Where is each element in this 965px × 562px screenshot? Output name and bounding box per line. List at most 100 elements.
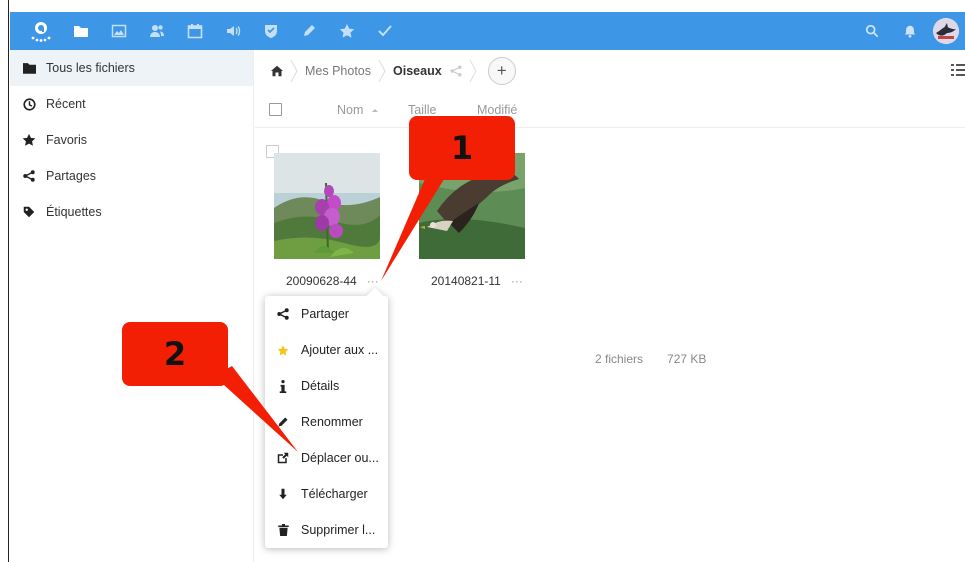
notifications-button[interactable] [891,12,929,50]
logo-icon [31,22,51,42]
sidebar-item-label: Partages [46,169,97,183]
sidebar-item-all-files[interactable]: Tous les fichiers [10,50,253,86]
menu-item-add-favorites[interactable]: Ajouter aux ... [265,332,388,368]
sidebar-item-tags[interactable]: Étiquettes [10,194,253,230]
sidebar-item-shares[interactable]: Partages [10,158,253,194]
frame-top-border [9,0,965,12]
image-icon [111,24,127,38]
sidebar-item-label: Favoris [46,133,87,147]
add-new-button[interactable]: + [487,57,516,85]
app-tasks[interactable] [366,12,404,50]
file-name-label: 20140821-11 [431,274,501,288]
app-calendar[interactable] [176,12,214,50]
share-icon[interactable] [450,65,462,77]
bell-icon [904,25,916,38]
file-name[interactable]: 20090628-44 ··· [286,274,379,288]
check-icon [378,25,392,37]
file-name-label: 20090628-44 [286,274,357,288]
folder-icon [74,26,88,37]
file-actions-menu-button[interactable]: ··· [511,274,523,288]
select-all-checkbox[interactable] [269,103,282,116]
folder-icon [22,61,36,75]
header-right-tools [853,12,965,50]
clock-icon [22,97,36,111]
calendar-icon [187,24,203,39]
file-list-header: Nom Taille Modifié [255,92,965,128]
tag-icon [22,205,36,219]
audio-icon [227,26,241,36]
menu-item-rename[interactable]: Renommer [265,404,388,440]
breadcrumb-separator [378,59,386,83]
menu-item-label: Renommer [301,415,363,429]
breadcrumb-item-photos[interactable]: Mes Photos [299,50,377,92]
file-summary: 2 fichiers 727 KB [595,352,706,366]
info-icon [277,379,289,393]
menu-item-label: Détails [301,379,340,393]
trash-icon [277,524,289,536]
file-tile[interactable]: 20090628-44 ··· [274,153,380,288]
sidebar: Tous les fichiers Récent Favoris Partage… [10,50,254,562]
breadcrumb-separator [290,59,298,83]
menu-item-label: Partager [301,307,349,321]
file-actions-popover: Partager Ajouter aux ... Détails Renomme… [265,287,388,548]
menu-item-download[interactable]: Télécharger [265,476,388,512]
breadcrumb-home[interactable] [265,50,289,92]
sidebar-item-label: Tous les fichiers [46,61,135,75]
file-actions-menu-button[interactable]: ··· [367,274,379,288]
app-notes[interactable] [290,12,328,50]
breadcrumb: Mes Photos Oiseaux + [255,50,965,92]
column-name[interactable]: Nom [337,92,379,128]
annotation-badge-1: 1 [409,116,515,180]
sidebar-item-recent[interactable]: Récent [10,86,253,122]
flower-photo [274,153,380,259]
app-favorites[interactable] [328,12,366,50]
app-contacts[interactable] [138,12,176,50]
share-icon [22,169,36,183]
breadcrumb-item-current[interactable]: Oiseaux [387,50,468,92]
sidebar-item-label: Étiquettes [46,205,102,219]
summary-size: 727 KB [667,352,707,366]
menu-item-label: Ajouter aux ... [301,343,379,357]
star-icon [277,344,289,356]
sidebar-item-favorites[interactable]: Favoris [10,122,253,158]
app-logo[interactable] [20,12,62,50]
search-icon [865,24,879,38]
screenshot-frame: Tous les fichiers Récent Favoris Partage… [0,0,965,562]
shield-icon [265,25,277,38]
column-name-label: Nom [337,103,364,117]
breadcrumb-current-label: Oiseaux [393,64,442,78]
app-security[interactable] [252,12,290,50]
app-files[interactable] [62,12,100,50]
frame-left-border [0,0,9,562]
sort-ascending-icon [372,109,379,112]
download-icon [277,488,289,500]
star-icon [22,133,36,147]
breadcrumb-separator [469,59,477,83]
user-avatar[interactable] [933,18,959,44]
app-gallery[interactable] [100,12,138,50]
share-icon [277,308,289,320]
annotation-badge-2: 2 [122,322,228,386]
app-audio[interactable] [214,12,252,50]
file-name[interactable]: 20140821-11 ··· [431,274,523,288]
menu-item-label: Supprimer l... [301,523,376,537]
pencil-icon [304,25,315,36]
avatar-bird-icon [934,19,958,43]
home-icon [271,65,283,77]
sidebar-item-label: Récent [46,97,86,111]
header-search-button[interactable] [853,12,891,50]
menu-item-label: Déplacer ou... [301,451,379,465]
summary-count: 2 fichiers [595,352,644,366]
menu-item-delete[interactable]: Supprimer l... [265,512,388,548]
view-list-icon[interactable] [951,63,965,77]
star-icon [339,24,355,38]
menu-item-move-copy[interactable]: Déplacer ou... [265,440,388,476]
pencil-icon [277,416,289,428]
top-header [10,12,965,50]
external-icon [277,452,289,464]
contacts-icon [150,25,164,37]
file-thumbnail[interactable] [274,153,380,259]
menu-item-details[interactable]: Détails [265,368,388,404]
menu-item-share[interactable]: Partager [265,296,388,332]
menu-item-label: Télécharger [301,487,368,501]
